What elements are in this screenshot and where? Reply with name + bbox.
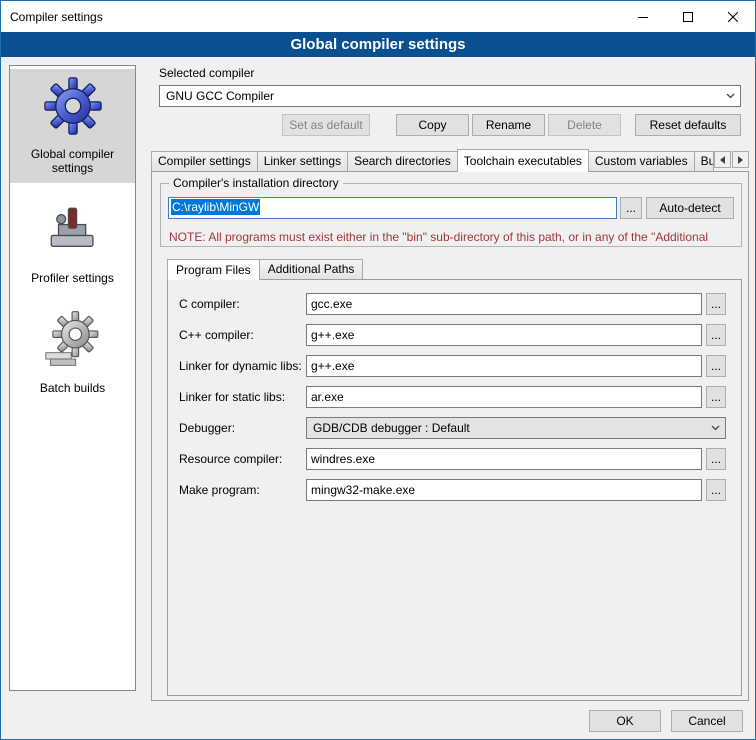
gear-blue-icon: [44, 77, 102, 135]
subtab-additional-paths[interactable]: Additional Paths: [259, 259, 364, 279]
copy-button[interactable]: Copy: [396, 114, 469, 136]
settings-tabs: Compiler settings Linker settings Search…: [151, 149, 749, 171]
selected-compiler-value: GNU GCC Compiler: [163, 89, 723, 103]
static-linker-label: Linker for static libs:: [179, 390, 306, 404]
subtab-program-files[interactable]: Program Files: [167, 259, 260, 280]
close-button[interactable]: [710, 1, 755, 32]
debugger-select[interactable]: GDB/CDB debugger : Default: [306, 417, 726, 439]
dynamic-linker-row: Linker for dynamic libs: ...: [179, 355, 726, 377]
resource-compiler-input[interactable]: [306, 448, 702, 470]
sidebar-item-batch-builds[interactable]: Batch builds: [10, 303, 135, 403]
resource-compiler-label: Resource compiler:: [179, 452, 306, 466]
debugger-label: Debugger:: [179, 421, 306, 435]
window-title: Compiler settings: [1, 10, 103, 24]
tab-scroll-buttons: [714, 151, 749, 168]
tab-linker-settings[interactable]: Linker settings: [257, 151, 348, 171]
page-title: Global compiler settings: [1, 32, 755, 57]
window-controls: [620, 1, 755, 32]
install-dir-row: C:\raylib\MinGW ... Auto-detect: [168, 197, 734, 219]
sidebar-item-global-compiler-settings[interactable]: Global compiler settings: [10, 69, 135, 183]
sidebar-item-label: Global compiler settings: [12, 147, 133, 175]
c-compiler-row: C compiler: ...: [179, 293, 726, 315]
install-dir-browse-button[interactable]: ...: [620, 197, 642, 219]
static-linker-row: Linker for static libs: ...: [179, 386, 726, 408]
tab-toolchain-executables[interactable]: Toolchain executables: [457, 149, 589, 172]
dynamic-linker-input[interactable]: [306, 355, 702, 377]
chevron-down-icon: [708, 425, 722, 431]
cpp-compiler-browse-button[interactable]: ...: [706, 324, 726, 346]
chevron-down-icon: [723, 93, 737, 99]
tab-build-options[interactable]: Build: [694, 151, 714, 171]
titlebar: Compiler settings: [1, 1, 755, 32]
selected-compiler-label: Selected compiler: [159, 66, 254, 80]
sidebar-item-profiler-settings[interactable]: Profiler settings: [10, 193, 135, 293]
make-program-label: Make program:: [179, 483, 306, 497]
install-dir-selected-text: C:\raylib\MinGW: [171, 199, 260, 215]
chevron-left-icon: [720, 156, 725, 164]
profiler-tool-icon: [44, 201, 102, 259]
compiler-settings-dialog: Compiler settings Global compiler settin…: [0, 0, 756, 740]
close-icon: [728, 12, 738, 22]
debugger-value: GDB/CDB debugger : Default: [310, 421, 708, 435]
settings-category-list: Global compiler settings Profiler settin…: [9, 65, 136, 691]
chevron-right-icon: [738, 156, 743, 164]
reset-defaults-button[interactable]: Reset defaults: [635, 114, 741, 136]
c-compiler-browse-button[interactable]: ...: [706, 293, 726, 315]
ok-button[interactable]: OK: [589, 710, 661, 732]
set-as-default-button: Set as default: [282, 114, 370, 136]
tab-scroll-right-button[interactable]: [732, 151, 749, 168]
resource-compiler-browse-button[interactable]: ...: [706, 448, 726, 470]
selected-compiler-select[interactable]: GNU GCC Compiler: [159, 85, 741, 107]
static-linker-browse-button[interactable]: ...: [706, 386, 726, 408]
tab-custom-variables[interactable]: Custom variables: [588, 151, 695, 171]
c-compiler-label: C compiler:: [179, 297, 306, 311]
sidebar-item-label: Profiler settings: [12, 271, 133, 285]
note-text: NOTE: All programs must exist either in …: [169, 230, 747, 244]
install-dir-input[interactable]: C:\raylib\MinGW: [168, 197, 617, 219]
cancel-button[interactable]: Cancel: [671, 710, 743, 732]
make-program-row: Make program: ...: [179, 479, 726, 501]
dynamic-linker-label: Linker for dynamic libs:: [179, 359, 306, 373]
minimize-icon: [638, 12, 648, 22]
batch-gears-icon: [44, 311, 102, 369]
sidebar-item-label: Batch builds: [12, 381, 133, 395]
cpp-compiler-input[interactable]: [306, 324, 702, 346]
resource-compiler-row: Resource compiler: ...: [179, 448, 726, 470]
cpp-compiler-row: C++ compiler: ...: [179, 324, 726, 346]
tab-scroll-left-button[interactable]: [714, 151, 731, 168]
minimize-button[interactable]: [620, 1, 665, 32]
dynamic-linker-browse-button[interactable]: ...: [706, 355, 726, 377]
program-subtabs: Program Files Additional Paths: [167, 258, 363, 279]
program-files-panel: C compiler: ... C++ compiler: ... Linker…: [167, 279, 742, 696]
make-program-input[interactable]: [306, 479, 702, 501]
debugger-row: Debugger: GDB/CDB debugger : Default: [179, 417, 726, 439]
tab-compiler-settings[interactable]: Compiler settings: [151, 151, 258, 171]
toolchain-executables-panel: Compiler's installation directory C:\ray…: [151, 171, 749, 701]
rename-button[interactable]: Rename: [472, 114, 545, 136]
auto-detect-button[interactable]: Auto-detect: [646, 197, 734, 219]
delete-button: Delete: [548, 114, 621, 136]
static-linker-input[interactable]: [306, 386, 702, 408]
maximize-button[interactable]: [665, 1, 710, 32]
cpp-compiler-label: C++ compiler:: [179, 328, 306, 342]
maximize-icon: [683, 12, 693, 22]
tab-search-directories[interactable]: Search directories: [347, 151, 458, 171]
make-program-browse-button[interactable]: ...: [706, 479, 726, 501]
c-compiler-input[interactable]: [306, 293, 702, 315]
installation-directory-group: Compiler's installation directory C:\ray…: [160, 183, 742, 247]
installation-directory-group-title: Compiler's installation directory: [169, 176, 343, 190]
compiler-actions: Set as default Copy Rename Delete Reset …: [159, 114, 741, 136]
